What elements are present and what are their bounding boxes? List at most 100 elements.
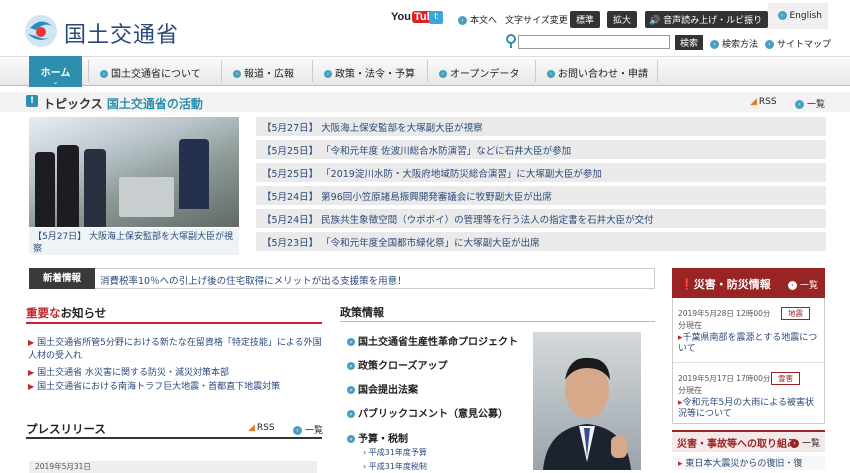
disaster-link-label: 令和元年5月の大雨による被害状況等について — [678, 398, 814, 419]
rss-icon: ◢ — [248, 423, 255, 433]
disaster-tag: 雪害 — [771, 372, 800, 385]
disaster-list-link[interactable]: › 一覧 — [788, 278, 818, 291]
disaster-title-label: 災害・防災情報 — [693, 278, 771, 291]
photo-caption[interactable]: 【5月27日】 大阪海上保安監部を大塚副大臣が視察 — [29, 228, 239, 255]
arrow-icon: › — [795, 100, 804, 109]
policy-item[interactable]: › 国土交通省生産性革命プロジェクト — [347, 333, 518, 348]
site-title[interactable]: 国土交通省 — [64, 17, 179, 49]
arrow-icon: ▶ — [28, 368, 35, 377]
topic-item[interactable]: 【5月25日】 「令和元年度 佐波川総合水防演習」などに石井大臣が参加 — [256, 140, 826, 159]
disaster-response-title[interactable]: 災害・事故等への取り組み — [677, 435, 797, 450]
sitemap-label: サイトマップ — [777, 40, 832, 50]
arrow-icon: › — [347, 362, 355, 370]
nav-item-opendata[interactable]: › オープンデータ — [439, 65, 519, 80]
topics-title-b: 国土交通省の活動 — [106, 97, 203, 111]
press-list-link[interactable]: › 一覧 — [293, 423, 323, 436]
arrow-icon: › — [710, 40, 719, 49]
topics-list-link[interactable]: › 一覧 — [795, 97, 825, 110]
nav-item-contact[interactable]: › お問い合わせ・申請 — [547, 65, 648, 80]
arrow-icon: › — [293, 426, 302, 435]
nav-item-about[interactable]: › 国土交通省について — [100, 65, 201, 80]
nav-item-press[interactable]: › 報道・広報 — [233, 65, 294, 80]
disaster-link[interactable]: ▸千葉県南部を震源とする地震について — [678, 333, 818, 355]
recovery-label: 東日本大震災からの復旧・復 — [685, 459, 803, 469]
nav-item-policy[interactable]: › 政策・法令・予算 — [324, 65, 415, 80]
minister-portrait-icon — [543, 357, 631, 470]
nav-divider — [535, 60, 536, 82]
press-divider — [26, 437, 322, 439]
arrow-icon: › — [347, 410, 355, 418]
disaster-sub: 分現在 — [678, 386, 702, 395]
search-input[interactable] — [518, 35, 670, 49]
disaster-link[interactable]: ▸令和元年5月の大雨による被害状況等について — [678, 398, 818, 420]
nav-divider — [427, 60, 428, 82]
font-large-button[interactable]: 拡大 — [607, 11, 638, 28]
twitter-icon[interactable]: t — [429, 11, 443, 24]
topic-photo[interactable] — [29, 117, 239, 227]
english-link[interactable]: › English — [768, 3, 828, 29]
disaster-response-list-link[interactable]: › 一覧 — [790, 436, 820, 449]
press-date: 2019年5月31日 — [29, 461, 317, 473]
arrow-icon: › — [547, 70, 555, 78]
policy-item[interactable]: › 予算・税制 — [347, 430, 408, 445]
policy-item[interactable]: › 政策クローズアップ — [347, 357, 448, 372]
notice-title-red: 重要な — [26, 306, 61, 320]
topic-item[interactable]: 【5月25日】 「2019淀川水防・大阪府地域防災総合演習」に大塚副大臣が参加 — [256, 163, 826, 182]
disaster-date: 2019年5月17日 17時00分 — [678, 374, 771, 383]
font-size-label: 文字サイズ変更 — [505, 16, 568, 26]
disaster-tag: 地震 — [781, 307, 810, 320]
arrow-icon: ▶ — [28, 382, 35, 391]
policy-subitem[interactable]: › 平成31年度予算 — [363, 447, 427, 458]
notice-item[interactable]: ▶ 国土交通省における南海トラフ巨大地震・首都直下地震対策 — [28, 380, 323, 394]
policy-item-label: 国土交通省生産性革命プロジェクト — [358, 337, 518, 348]
topic-item[interactable]: 【5月23日】 「令和元年度全国都市緑化祭」に大塚副大臣が出席 — [256, 232, 826, 251]
nav-item-label: 国土交通省について — [111, 69, 201, 80]
policy-divider — [340, 321, 655, 322]
search-button[interactable]: 検索 — [675, 35, 704, 50]
topic-item[interactable]: 【5月24日】 第96回小笠原諸島振興開発審議会に牧野副大臣が出席 — [256, 186, 826, 205]
notice-divider — [26, 322, 322, 324]
recovery-link[interactable]: ▸ 東日本大震災からの復旧・復 — [672, 456, 825, 470]
topic-item[interactable]: 【5月27日】 大阪海上保安監部を大塚副大臣が視察 — [256, 117, 826, 136]
nav-divider — [88, 60, 89, 82]
policy-item-label: 政策クローズアップ — [358, 361, 448, 372]
voice-reading-button[interactable]: 🔊 音声読み上げ・ルビ振り — [645, 11, 769, 28]
policy-subitem[interactable]: › 平成31年度税制 — [363, 461, 427, 472]
policy-item[interactable]: › パブリックコメント（意見公募） — [347, 405, 508, 420]
photo-console — [119, 177, 174, 217]
photo-figure — [35, 152, 55, 227]
notice-item[interactable]: ▶ 国土交通省 水災害に関する防災・減災対策本部 — [28, 366, 323, 380]
search-method-link[interactable]: › 検索方法 — [710, 37, 758, 50]
nav-item-label: 政策・法令・予算 — [335, 69, 415, 80]
topics-rss-link[interactable]: ◢ RSS — [750, 97, 777, 107]
rss-icon: ◢ — [750, 97, 757, 107]
skip-to-content-link[interactable]: › 本文へ — [458, 13, 497, 26]
arrow-icon: ▸ — [678, 459, 683, 469]
disaster-link-label: 千葉県南部を震源とする地震について — [678, 333, 818, 354]
list-label: 一覧 — [305, 426, 324, 436]
news-link[interactable]: 消費税率10％への引上げ後の住宅取得にメリットが出る支援策を用意！ — [100, 273, 407, 287]
arrow-icon: ▶ — [28, 338, 35, 347]
policy-subitem-label: 平成31年度予算 — [368, 448, 427, 457]
arrow-icon: › — [100, 70, 108, 78]
voice-reading-label: 音声読み上げ・ルビ振り — [663, 16, 763, 26]
english-label: English — [789, 11, 823, 21]
policy-item[interactable]: › 国会提出法案 — [347, 381, 418, 396]
mlit-logo-icon[interactable] — [24, 14, 58, 48]
nav-item-label: 報道・広報 — [244, 69, 294, 80]
topic-item[interactable]: 【5月24日】 民族共生象徴空間（ウポポイ）の管理等を行う法人の指定書を石井大臣… — [256, 209, 826, 228]
list-label: 一覧 — [800, 281, 819, 291]
sitemap-link[interactable]: › サイトマップ — [765, 37, 831, 50]
font-standard-button[interactable]: 標準 — [570, 11, 601, 28]
minister-photo[interactable] — [533, 332, 641, 470]
exclamation-icon: ❗ — [680, 278, 694, 291]
notice-item-label: 国土交通省における南海トラフ巨大地震・首都直下地震対策 — [37, 382, 281, 392]
topics-title: トピックス 国土交通省の活動 — [43, 95, 203, 112]
nav-home-tab[interactable]: ホーム ⌄ — [29, 56, 82, 87]
news-label: 新着情報 — [29, 268, 95, 289]
divider — [673, 362, 824, 363]
policy-item-label: 国会提出法案 — [358, 385, 418, 396]
notice-item[interactable]: ▶ 国土交通省所管5分野における新たな在留資格「特定技能」による外国人材の受入れ — [28, 336, 323, 363]
press-rss-link[interactable]: ◢ RSS — [248, 423, 275, 433]
arrow-icon: › — [458, 16, 467, 25]
